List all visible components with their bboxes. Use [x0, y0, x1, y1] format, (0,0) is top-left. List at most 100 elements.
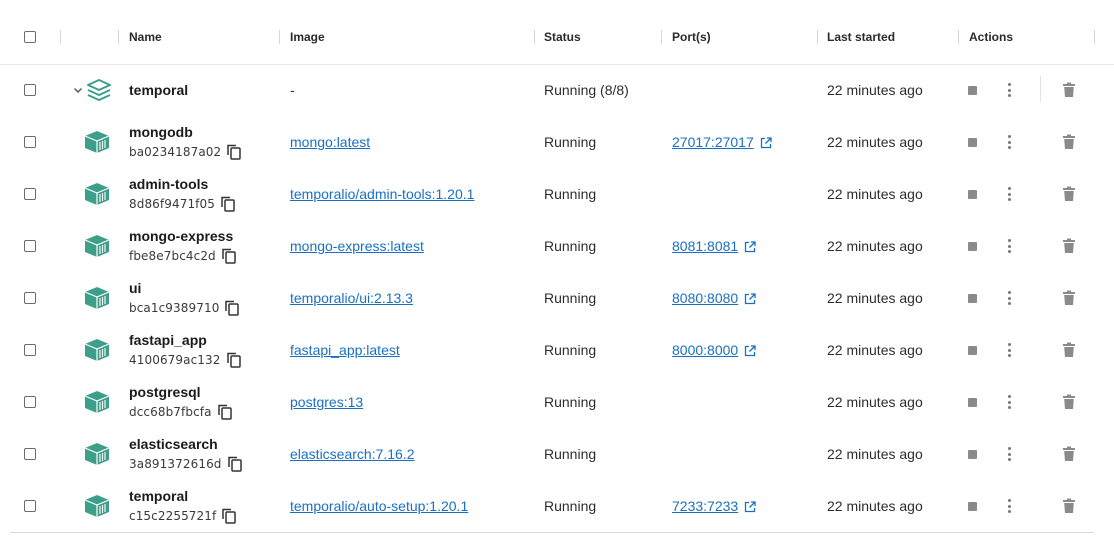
copy-icon[interactable]	[222, 508, 237, 524]
row-checkbox[interactable]	[24, 376, 36, 428]
more-options-icon[interactable]	[1007, 324, 1011, 376]
trash-icon[interactable]	[1062, 480, 1076, 532]
container-id: c15c2255721f	[129, 509, 217, 523]
port-link[interactable]: 8081:8081	[672, 238, 738, 254]
more-options-icon[interactable]	[1007, 220, 1011, 272]
image-link[interactable]: postgres:13	[290, 394, 363, 410]
container-row[interactable]: ui bca1c9389710 temporalio/ui:2.13.3 Run…	[0, 272, 1114, 324]
more-options-icon[interactable]	[1007, 168, 1011, 220]
more-options-icon[interactable]	[1007, 116, 1011, 168]
trash-icon[interactable]	[1062, 116, 1076, 168]
container-name[interactable]: elasticsearch	[129, 436, 218, 452]
external-link-icon[interactable]	[744, 344, 756, 357]
copy-icon[interactable]	[227, 456, 242, 472]
last-started: 22 minutes ago	[827, 238, 923, 254]
port-link[interactable]: 8000:8000	[672, 342, 738, 358]
container-name[interactable]: postgresql	[129, 384, 201, 400]
column-header-ports[interactable]: Port(s)	[672, 30, 711, 44]
column-header-name[interactable]: Name	[129, 30, 162, 44]
image-link[interactable]: temporalio/admin-tools:1.20.1	[290, 186, 474, 202]
copy-icon[interactable]	[221, 196, 235, 212]
external-link-icon[interactable]	[744, 292, 756, 305]
column-header-status[interactable]: Status	[544, 30, 581, 44]
image-link[interactable]: temporalio/auto-setup:1.20.1	[290, 498, 468, 514]
column-header-last-started[interactable]: Last started	[827, 30, 895, 44]
container-icon	[84, 324, 110, 376]
copy-icon[interactable]	[222, 248, 236, 264]
chevron-down-icon[interactable]	[72, 64, 84, 116]
trash-icon[interactable]	[1062, 376, 1076, 428]
container-id: dcc68b7fbcfa	[129, 405, 212, 419]
row-checkbox[interactable]	[24, 324, 36, 376]
more-options-icon[interactable]	[1007, 480, 1011, 532]
stop-icon[interactable]	[968, 64, 977, 116]
container-name[interactable]: mongodb	[129, 124, 193, 140]
row-checkbox[interactable]	[24, 64, 36, 116]
more-options-icon[interactable]	[1007, 64, 1011, 116]
group-name[interactable]: temporal	[129, 82, 188, 98]
container-row[interactable]: admin-tools 8d86f9471f05 temporalio/admi…	[0, 168, 1114, 220]
external-link-icon[interactable]	[744, 500, 756, 513]
trash-icon[interactable]	[1062, 220, 1076, 272]
stop-icon[interactable]	[968, 376, 977, 428]
more-options-icon[interactable]	[1007, 428, 1011, 480]
stop-icon[interactable]	[968, 428, 977, 480]
container-row[interactable]: mongodb ba0234187a02 mongo:latest Runnin…	[0, 116, 1114, 168]
stop-icon[interactable]	[968, 168, 977, 220]
row-checkbox[interactable]	[24, 116, 36, 168]
select-all-checkbox[interactable]	[24, 10, 36, 64]
copy-icon[interactable]	[217, 404, 232, 420]
row-checkbox[interactable]	[24, 168, 36, 220]
container-row[interactable]: fastapi_app 4100679ac132 fastapi_app:lat…	[0, 324, 1114, 376]
container-name[interactable]: mongo-express	[129, 228, 233, 244]
stop-icon[interactable]	[968, 116, 977, 168]
container-row[interactable]: elasticsearch 3a891372616d elasticsearch…	[0, 428, 1114, 480]
row-checkbox[interactable]	[24, 272, 36, 324]
container-row[interactable]: postgresql dcc68b7fbcfa postgres:13 Runn…	[0, 376, 1114, 428]
container-row[interactable]: mongo-express fbe8e7bc4c2d mongo-express…	[0, 220, 1114, 272]
trash-icon[interactable]	[1062, 324, 1076, 376]
port-link[interactable]: 27017:27017	[672, 134, 754, 150]
container-name[interactable]: temporal	[129, 488, 188, 504]
column-header-image[interactable]: Image	[290, 30, 325, 44]
row-checkbox[interactable]	[24, 428, 36, 480]
port-link[interactable]: 7233:7233	[672, 498, 738, 514]
external-link-icon[interactable]	[744, 240, 756, 253]
container-status: Running	[544, 186, 597, 202]
container-name[interactable]: ui	[129, 280, 141, 296]
copy-icon[interactable]	[227, 144, 241, 160]
trash-icon[interactable]	[1062, 428, 1076, 480]
container-icon	[84, 220, 110, 272]
container-id: 4100679ac132	[129, 353, 221, 367]
more-options-icon[interactable]	[1007, 272, 1011, 324]
port-link[interactable]: 8080:8080	[672, 290, 738, 306]
row-checkbox[interactable]	[24, 220, 36, 272]
external-link-icon[interactable]	[760, 136, 772, 149]
stop-icon[interactable]	[968, 220, 977, 272]
trash-icon[interactable]	[1062, 168, 1076, 220]
container-status: Running	[544, 342, 597, 358]
trash-icon[interactable]	[1062, 64, 1076, 116]
row-checkbox[interactable]	[24, 480, 36, 532]
image-link[interactable]: mongo:latest	[290, 134, 370, 150]
compose-group-row[interactable]: temporal - Running (8/8) 22 minutes ago	[0, 64, 1114, 116]
more-options-icon[interactable]	[1007, 376, 1011, 428]
stop-icon[interactable]	[968, 324, 977, 376]
container-status: Running	[544, 394, 597, 410]
group-image: -	[290, 82, 295, 98]
container-name[interactable]: admin-tools	[129, 176, 208, 192]
copy-icon[interactable]	[225, 300, 240, 316]
container-status: Running	[544, 446, 597, 462]
group-status: Running (8/8)	[544, 82, 629, 98]
last-started: 22 minutes ago	[827, 394, 923, 410]
image-link[interactable]: elasticsearch:7.16.2	[290, 446, 415, 462]
container-name[interactable]: fastapi_app	[129, 332, 207, 348]
stop-icon[interactable]	[968, 480, 977, 532]
image-link[interactable]: temporalio/ui:2.13.3	[290, 290, 413, 306]
container-row[interactable]: temporal c15c2255721f temporalio/auto-se…	[0, 480, 1114, 532]
image-link[interactable]: fastapi_app:latest	[290, 342, 400, 358]
trash-icon[interactable]	[1062, 272, 1076, 324]
image-link[interactable]: mongo-express:latest	[290, 238, 424, 254]
copy-icon[interactable]	[226, 352, 241, 368]
stop-icon[interactable]	[968, 272, 977, 324]
